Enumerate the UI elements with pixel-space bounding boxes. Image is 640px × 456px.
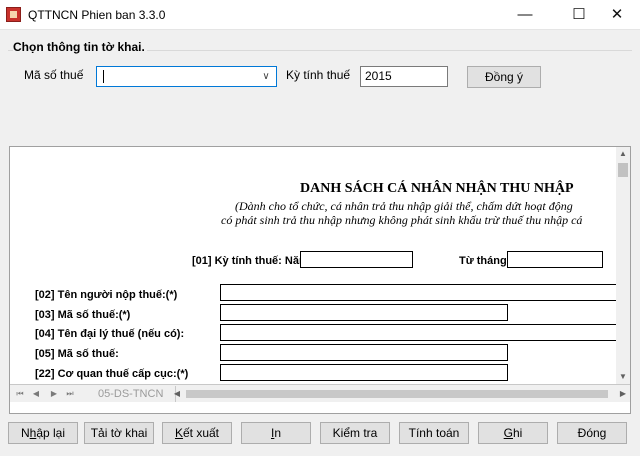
reset-button[interactable]: Nhập lại xyxy=(8,422,78,444)
load-declaration-button[interactable]: Tải tờ khai xyxy=(84,422,154,444)
tax-office-input[interactable] xyxy=(220,364,508,381)
field-03-label: [03] Mã số thuế:(*) xyxy=(35,309,131,321)
document-frame: DANH SÁCH CÁ NHÂN NHẬN THU NHẬP (Dành ch… xyxy=(9,146,631,414)
calculate-button[interactable]: Tính toán xyxy=(399,422,469,444)
save-label-b: G xyxy=(503,426,513,440)
from-month-label: Từ tháng: xyxy=(459,255,511,267)
app-icon xyxy=(6,7,21,22)
form-sheet: DANH SÁCH CÁ NHÂN NHẬN THU NHẬP (Dành ch… xyxy=(10,147,617,384)
ok-button[interactable]: Đồng ý xyxy=(467,66,541,88)
scroll-up-icon[interactable]: ▲ xyxy=(616,147,630,161)
agent-name-input[interactable] xyxy=(220,324,617,341)
scroll-down-icon[interactable]: ▼ xyxy=(616,370,630,384)
year-input[interactable] xyxy=(300,251,413,268)
vertical-scrollbar[interactable]: ▲ ▼ xyxy=(616,147,630,384)
next-sheet-icon[interactable]: ▶ xyxy=(48,387,60,401)
print-label-c: n xyxy=(274,426,282,440)
document-subtitle-1: (Dành cho tổ chức, cá nhân trả thu nhập … xyxy=(235,199,573,213)
check-label-a: Kiểm tra xyxy=(332,426,378,440)
reset-label-a: N xyxy=(20,426,30,440)
scroll-left-icon[interactable]: ◀ xyxy=(170,387,184,401)
document-area: DANH SÁCH CÁ NHÂN NHẬN THU NHẬP (Dành ch… xyxy=(0,134,640,416)
print-button[interactable]: In xyxy=(241,422,311,444)
taxpayer-id-input[interactable] xyxy=(220,304,508,321)
chevron-down-icon[interactable]: ∨ xyxy=(259,68,273,85)
export-label-c: ết xuất xyxy=(182,426,220,440)
sheet-tab-bar: ⏮ ◀ ▶ ⏭ 05-DS-TNCN ◀ ▶ xyxy=(10,384,630,402)
period-input[interactable]: 2015 xyxy=(360,66,448,87)
close-icon[interactable]: ✕ xyxy=(594,0,640,30)
first-sheet-icon[interactable]: ⏮ xyxy=(14,387,26,401)
title-bar: QTTNCN Phien ban 3.3.0 — ☐ ✕ xyxy=(0,0,640,30)
hscroll-thumb[interactable] xyxy=(186,390,608,398)
text-cursor xyxy=(103,70,104,83)
horizontal-scrollbar[interactable]: ◀ ▶ xyxy=(170,387,630,401)
tax-id-combobox[interactable]: ∨ xyxy=(96,66,277,87)
field-05-label: [05] Mã số thuế: xyxy=(35,348,119,360)
tax-id-label: Mã số thuế xyxy=(24,68,84,82)
reset-label-c: ập lại xyxy=(36,426,66,440)
sheet-tab-05-ds-tncn[interactable]: 05-DS-TNCN xyxy=(90,386,177,402)
document-subtitle-2: có phát sinh trả thu nhập nhưng không ph… xyxy=(221,213,583,227)
last-sheet-icon[interactable]: ⏭ xyxy=(64,387,76,401)
close-button[interactable]: Đóng xyxy=(557,422,627,444)
taxpayer-name-input[interactable] xyxy=(220,284,617,301)
export-button[interactable]: Kết xuất xyxy=(162,422,232,444)
save-label-c: hi xyxy=(513,426,523,440)
period-label: Kỳ tính thuế xyxy=(286,68,351,82)
scroll-right-icon[interactable]: ▶ xyxy=(616,387,630,401)
prev-sheet-icon[interactable]: ◀ xyxy=(30,387,42,401)
check-button[interactable]: Kiểm tra xyxy=(320,422,390,444)
agent-tax-id-input[interactable] xyxy=(220,344,508,361)
scrollbar-thumb[interactable] xyxy=(618,163,628,177)
save-button[interactable]: Ghi xyxy=(478,422,548,444)
minimize-icon[interactable]: — xyxy=(502,0,548,30)
field-02-label: [02] Tên người nộp thuế:(*) xyxy=(35,289,178,301)
close-label-a: Đóng xyxy=(577,426,607,440)
window-title: QTTNCN Phien ban 3.3.0 xyxy=(28,8,166,22)
export-label-b: K xyxy=(174,426,183,440)
group-title: Chọn thông tin tờ khai. xyxy=(13,40,147,54)
calc-label-a: Tính toán xyxy=(408,426,460,440)
footer-toolbar: Nhập lại Tải tờ khai Kết xuất In Kiểm tr… xyxy=(0,416,640,456)
field-01-label: [01] Kỳ tính thuế: Năm xyxy=(192,255,309,267)
field-22-label: [22] Cơ quan thuế cấp cục:(*) xyxy=(35,368,189,380)
field-04-label: [04] Tên đại lý thuế (nếu có): xyxy=(35,328,185,340)
from-month-input[interactable] xyxy=(507,251,603,268)
document-title: DANH SÁCH CÁ NHÂN NHẬN THU NHẬP xyxy=(300,181,574,196)
declaration-info-panel: Chọn thông tin tờ khai. Mã số thuế ∨ Kỳ … xyxy=(0,30,640,134)
load-label-a: Tải tờ khai xyxy=(90,426,148,440)
